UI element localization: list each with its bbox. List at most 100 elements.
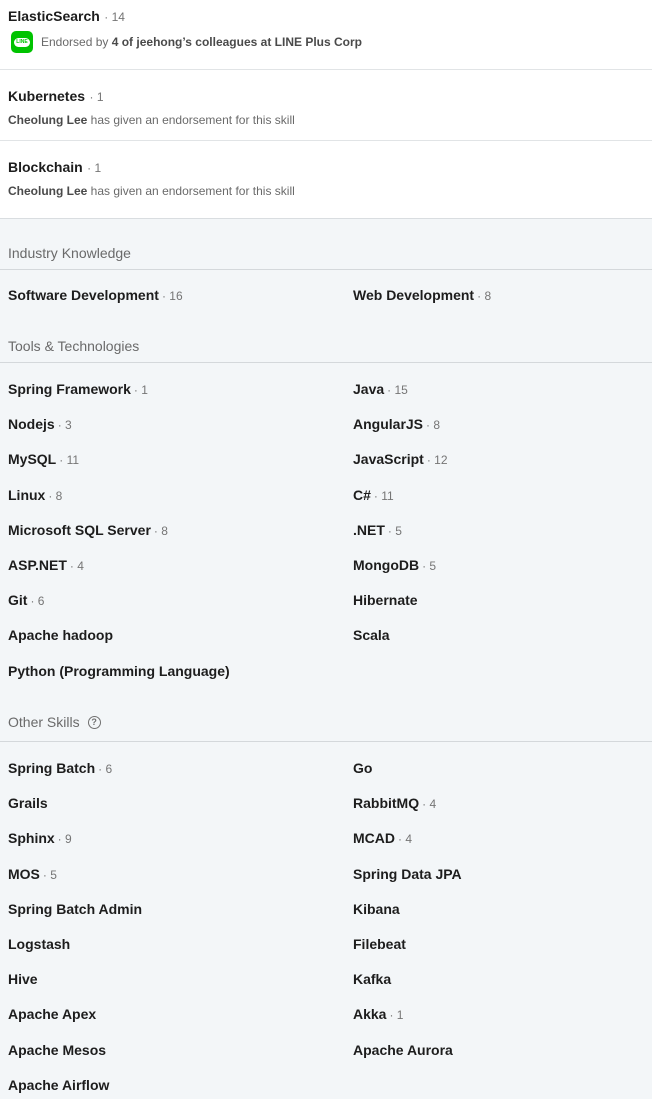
section-divider xyxy=(0,362,652,363)
skill-item[interactable]: Apache Airflow xyxy=(8,1077,109,1093)
skill-name[interactable]: C# xyxy=(353,487,371,503)
skill-item[interactable]: Sphinx · 9 xyxy=(8,830,72,846)
skill-item[interactable]: Web Development · 8 xyxy=(353,287,491,303)
endorsement-count: · 4 xyxy=(422,797,437,812)
section-divider xyxy=(0,741,652,742)
skill-item[interactable]: Spring Data JPA xyxy=(353,866,462,882)
skill-name[interactable]: ASP.NET xyxy=(8,557,67,573)
endorsement-count: · 3 xyxy=(57,418,72,433)
endorsement-count: · 5 xyxy=(387,523,402,538)
skill-name[interactable]: Blockchain xyxy=(8,159,83,175)
skill-item[interactable]: Hive xyxy=(8,971,38,987)
skill-name[interactable]: Linux xyxy=(8,487,45,503)
endorsement-count: · 1 xyxy=(389,1008,404,1023)
skill-name[interactable]: Git xyxy=(8,592,27,608)
skill-item[interactable]: Linux · 8 xyxy=(8,487,62,503)
skill-name[interactable]: Akka xyxy=(353,1006,386,1022)
skill-name[interactable]: Hibernate xyxy=(353,592,418,608)
skill-item[interactable]: Akka · 1 xyxy=(353,1006,403,1022)
skill-name[interactable]: Apache Mesos xyxy=(8,1042,106,1058)
skill-item[interactable]: Java · 15 xyxy=(353,381,408,397)
skill-name[interactable]: Apache Aurora xyxy=(353,1042,453,1058)
skill-name[interactable]: Kubernetes xyxy=(8,88,85,104)
line-logo-icon: LINE xyxy=(11,31,33,53)
skill-name[interactable]: Go xyxy=(353,760,372,776)
skill-item[interactable]: Git · 6 xyxy=(8,592,44,608)
skill-name[interactable]: RabbitMQ xyxy=(353,795,419,811)
skill-item[interactable]: .NET · 5 xyxy=(353,522,402,538)
skill-item[interactable]: Apache Apex xyxy=(8,1006,96,1022)
skill-item[interactable]: Spring Framework · 1 xyxy=(8,381,148,397)
skill-name[interactable]: Nodejs xyxy=(8,416,55,432)
skill-name[interactable]: Spring Batch xyxy=(8,760,95,776)
skill-name[interactable]: Apache Airflow xyxy=(8,1077,109,1093)
skill-name[interactable]: Python (Programming Language) xyxy=(8,663,230,679)
skill-item[interactable]: Python (Programming Language) xyxy=(8,663,230,679)
endorsement-count: · 5 xyxy=(42,867,57,882)
skill-item[interactable]: MCAD · 4 xyxy=(353,830,412,846)
skill-item[interactable]: Filebeat xyxy=(353,936,406,952)
skill-name[interactable]: Filebeat xyxy=(353,936,406,952)
skill-item[interactable]: Scala xyxy=(353,627,390,643)
skill-item[interactable]: Hibernate xyxy=(353,592,418,608)
skill-name[interactable]: MOS xyxy=(8,866,40,882)
skill-item[interactable]: Software Development · 16 xyxy=(8,287,183,303)
skill-name[interactable]: AngularJS xyxy=(353,416,423,432)
endorsement-colleagues-link[interactable]: 4 of jeehong’s colleagues at LINE Plus C… xyxy=(112,35,362,49)
skill-item[interactable]: RabbitMQ · 4 xyxy=(353,795,436,811)
skill-name[interactable]: .NET xyxy=(353,522,385,538)
skill-name[interactable]: Scala xyxy=(353,627,390,643)
skill-blockchain[interactable]: Blockchain · 1 Cheolung Lee has given an… xyxy=(0,141,652,218)
skill-item[interactable]: Apache Aurora xyxy=(353,1042,453,1058)
endorsement-text: has given an endorsement for this skill xyxy=(87,113,295,127)
skill-name[interactable]: Logstash xyxy=(8,936,70,952)
skill-item[interactable]: C# · 11 xyxy=(353,487,394,503)
skill-name[interactable]: Spring Framework xyxy=(8,381,131,397)
skill-item[interactable]: Microsoft SQL Server · 8 xyxy=(8,522,168,538)
skill-item[interactable]: Logstash xyxy=(8,936,70,952)
skill-item[interactable]: Grails xyxy=(8,795,48,811)
skill-item[interactable]: Go xyxy=(353,760,372,776)
skill-item[interactable]: AngularJS · 8 xyxy=(353,416,440,432)
skill-name[interactable]: ElasticSearch xyxy=(8,8,100,24)
skill-name[interactable]: MCAD xyxy=(353,830,395,846)
skill-item[interactable]: Apache Mesos xyxy=(8,1042,106,1058)
skill-name[interactable]: Hive xyxy=(8,971,38,987)
endorsement-count: · 6 xyxy=(30,594,45,609)
endorser-name[interactable]: Cheolung Lee xyxy=(8,113,87,127)
skill-name[interactable]: Spring Data JPA xyxy=(353,866,462,882)
skill-item[interactable]: MOS · 5 xyxy=(8,866,57,882)
skill-name[interactable]: Kibana xyxy=(353,901,400,917)
skill-name[interactable]: Microsoft SQL Server xyxy=(8,522,151,538)
skill-item[interactable]: Nodejs · 3 xyxy=(8,416,72,432)
skill-item[interactable]: ASP.NET · 4 xyxy=(8,557,84,573)
skill-name[interactable]: Kafka xyxy=(353,971,391,987)
endorsement-count: · 9 xyxy=(57,832,72,847)
skill-item[interactable]: Kibana xyxy=(353,901,400,917)
tools-technologies-heading: Tools & Technologies xyxy=(8,338,140,354)
skill-item[interactable]: MongoDB · 5 xyxy=(353,557,436,573)
skill-name[interactable]: MongoDB xyxy=(353,557,419,573)
skill-name[interactable]: Web Development xyxy=(353,287,474,303)
skill-kubernetes[interactable]: Kubernetes · 1 Cheolung Lee has given an… xyxy=(0,70,652,141)
skill-item[interactable]: MySQL · 11 xyxy=(8,451,79,467)
skill-name[interactable]: Apache Apex xyxy=(8,1006,96,1022)
skill-item[interactable]: Kafka xyxy=(353,971,391,987)
skill-item[interactable]: Spring Batch · 6 xyxy=(8,760,112,776)
skill-name[interactable]: JavaScript xyxy=(353,451,424,467)
skill-name[interactable]: Grails xyxy=(8,795,48,811)
skill-elasticsearch[interactable]: ElasticSearch · 14 LINE Endorsed by 4 of… xyxy=(0,0,652,70)
endorser-name[interactable]: Cheolung Lee xyxy=(8,184,87,198)
skill-name[interactable]: Software Development xyxy=(8,287,159,303)
skill-item[interactable]: Apache hadoop xyxy=(8,627,113,643)
skill-name[interactable]: Apache hadoop xyxy=(8,627,113,643)
help-icon[interactable]: ? xyxy=(87,715,101,729)
endorsement-count: · 4 xyxy=(398,832,413,847)
skill-name[interactable]: Java xyxy=(353,381,384,397)
skill-name[interactable]: Sphinx xyxy=(8,830,55,846)
skill-item[interactable]: Spring Batch Admin xyxy=(8,901,142,917)
endorsement-count: · 6 xyxy=(98,762,113,776)
skill-item[interactable]: JavaScript · 12 xyxy=(353,451,448,467)
skill-name[interactable]: MySQL xyxy=(8,451,56,467)
skill-name[interactable]: Spring Batch Admin xyxy=(8,901,142,917)
